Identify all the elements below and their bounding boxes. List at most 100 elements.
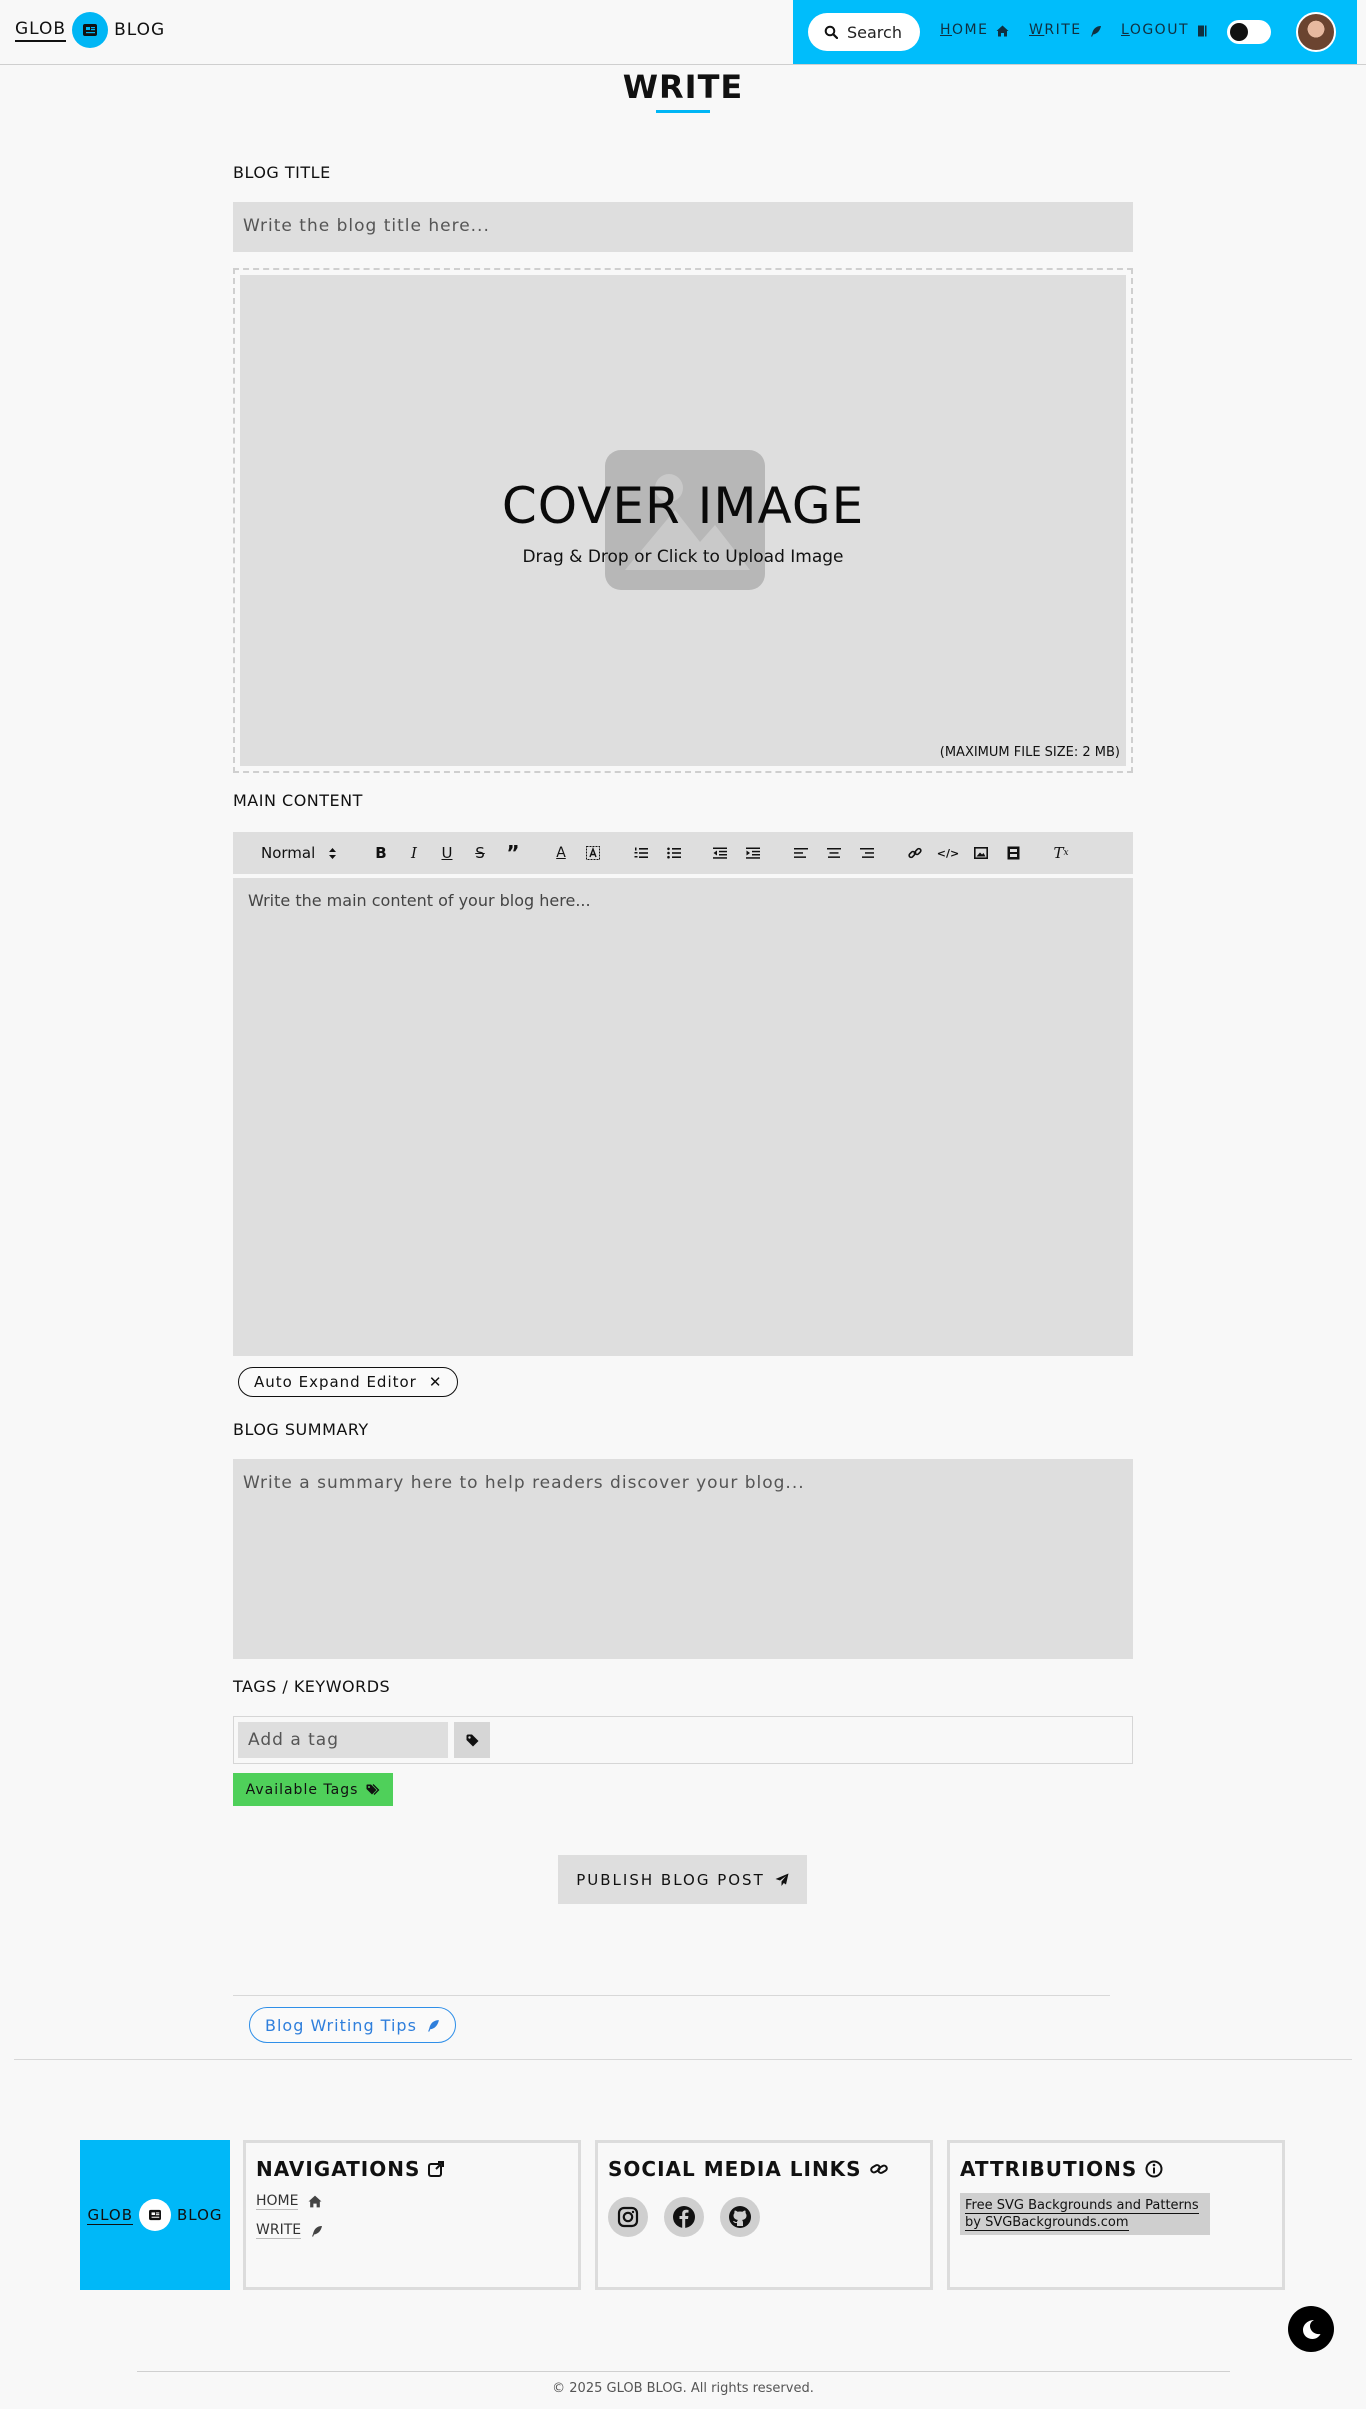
tag-placeholder: Add a tag [248,1730,340,1750]
main-content-label: MAIN CONTENT [233,791,363,810]
blog-title-input[interactable]: Write the blog title here... [233,202,1133,252]
logo-text-left: GLOB [15,19,67,42]
footer-nav-home-label: HOME [256,2193,299,2210]
tags-icon [366,1783,380,1795]
nav-logout[interactable]: LOGOUT [1121,22,1209,39]
footer-logo[interactable]: GLOB BLOG [80,2140,230,2290]
door-icon [1198,25,1207,36]
attributions-title: ATTRIBUTIONS [960,2157,1138,2181]
social-title: SOCIAL MEDIA LINKS [608,2157,862,2181]
external-link-icon [428,2161,445,2177]
heading-select-value: Normal [261,844,316,862]
blockquote-icon[interactable]: ” [505,841,521,865]
video-icon[interactable] [1005,844,1021,862]
site-logo[interactable]: GLOB BLOG [15,12,165,48]
tag-input[interactable]: Add a tag [238,1722,448,1758]
title-underline [656,110,710,113]
tags-label: TAGS / KEYWORDS [233,1677,391,1696]
dark-mode-button[interactable] [1288,2306,1334,2352]
attribution-link[interactable]: Free SVG Backgrounds and Patterns by SVG… [960,2193,1210,2235]
search-icon [824,25,838,39]
bullet-list-icon[interactable] [666,844,682,862]
nav-home-label: HOME [940,22,989,38]
cover-image-dropzone[interactable]: COVER IMAGE Drag & Drop or Click to Uplo… [233,268,1133,773]
github-icon[interactable] [720,2197,760,2237]
clear-format-icon[interactable]: Tx [1053,844,1069,862]
moon-icon [1303,2320,1321,2339]
outdent-icon[interactable] [712,844,728,862]
nav-home[interactable]: HOME [940,22,1009,39]
blog-title-label: BLOG TITLE [233,163,331,182]
info-icon [1145,2160,1163,2178]
navigations-title: NAVIGATIONS [256,2157,421,2181]
background-color-icon[interactable] [585,844,601,862]
blog-writing-tips-button[interactable]: Blog Writing Tips [249,2007,456,2043]
footer-nav-home[interactable]: HOME [256,2193,568,2210]
align-center-icon[interactable] [826,844,842,862]
blog-summary-input[interactable]: Write a summary here to help readers dis… [233,1459,1133,1659]
close-icon[interactable]: ✕ [429,1373,443,1391]
feather-icon [1090,25,1101,36]
nav-logout-label: LOGOUT [1121,22,1189,38]
footer-attributions-card: ATTRIBUTIONS Free SVG Backgrounds and Pa… [947,2140,1285,2290]
copyright: © 2025 GLOB BLOG. All rights reserved. [552,2381,814,2396]
editor-placeholder: Write the main content of your blog here… [248,891,591,910]
tag-icon [466,1734,478,1746]
footer-nav-write-label: WRITE [256,2222,302,2239]
divider [14,2059,1352,2060]
cover-image-title: COVER IMAGE [501,477,865,535]
nav-write[interactable]: WRITE [1029,22,1102,39]
home-icon [996,25,1009,36]
indent-icon[interactable] [745,844,761,862]
feather-icon [427,2019,439,2031]
code-icon[interactable]: </> [937,844,959,862]
publish-button[interactable]: PUBLISH BLOG POST [558,1855,807,1904]
summary-placeholder: Write a summary here to help readers dis… [243,1473,805,1493]
avatar[interactable] [1296,12,1336,52]
sort-icon [329,847,337,859]
footer-logo-right: BLOG [177,2206,223,2224]
available-tags-label: Available Tags [245,1781,359,1798]
add-tag-button[interactable] [454,1722,490,1758]
align-left-icon[interactable] [793,844,809,862]
page-title: WRITE [622,68,744,106]
heading-select[interactable]: Normal [261,844,351,862]
instagram-icon[interactable] [608,2197,648,2237]
link-icon[interactable] [907,844,923,862]
underline-icon[interactable]: U [439,844,455,862]
cover-max-size: (MAXIMUM FILE SIZE: 2 MB) [939,745,1120,760]
navbar: Search HOME WRITE LOGOUT [793,0,1357,64]
header: GLOB BLOG Search HOME WRITE LOGOUT [0,0,1366,65]
theme-toggle[interactable] [1227,20,1271,44]
available-tags-button[interactable]: Available Tags [233,1773,393,1806]
search-label: Search [847,22,902,42]
newspaper-icon [72,12,109,48]
italic-icon[interactable]: I [406,844,422,862]
ordered-list-icon[interactable] [633,844,649,862]
blog-title-placeholder: Write the blog title here... [243,216,490,236]
cover-image-area[interactable]: COVER IMAGE Drag & Drop or Click to Uplo… [240,275,1126,766]
footer-social-card: SOCIAL MEDIA LINKS [595,2140,933,2290]
auto-expand-editor-chip[interactable]: Auto Expand Editor ✕ [238,1367,459,1397]
tips-label: Blog Writing Tips [265,2015,417,2035]
font-color-icon[interactable]: A [553,844,569,862]
divider [233,1995,1110,1996]
search-button[interactable]: Search [808,13,920,51]
cover-image-subtitle: Drag & Drop or Click to Upload Image [522,547,844,567]
logo-text-right: BLOG [114,20,166,40]
align-right-icon[interactable] [859,844,875,862]
divider [137,2371,1230,2372]
navigations-heading: NAVIGATIONS [256,2157,568,2181]
nav-write-label: WRITE [1029,22,1082,38]
image-icon[interactable] [973,844,989,862]
facebook-icon[interactable] [664,2197,704,2237]
footer-nav-write[interactable]: WRITE [256,2222,568,2239]
link-icon [869,2164,888,2174]
tags-box: Add a tag [233,1716,1133,1764]
auto-expand-label: Auto Expand Editor [254,1373,417,1391]
main-content-editor[interactable]: Write the main content of your blog here… [233,878,1133,1356]
toggle-knob [1230,23,1248,41]
bold-icon[interactable]: B [373,844,389,862]
strike-icon[interactable]: S [472,844,488,862]
editor-toolbar: Normal B I U S ” A </> Tx [233,832,1133,874]
